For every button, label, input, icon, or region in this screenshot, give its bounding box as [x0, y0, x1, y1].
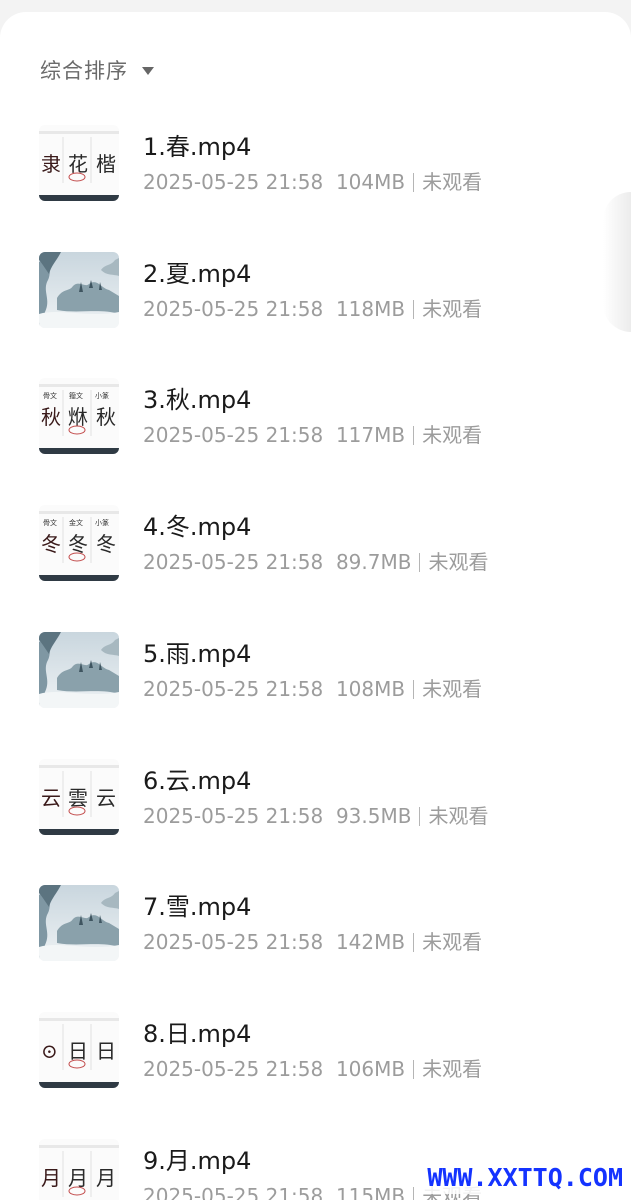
svg-text:楷: 楷 [96, 152, 116, 176]
svg-text:秋: 秋 [41, 405, 61, 429]
video-list-item[interactable]: 骨文 金文 小篆 冬 冬 冬 4.冬.mp4 2025-05-25 21:58 8… [0, 505, 631, 585]
video-size: 118MB [335, 297, 406, 321]
video-title: 3.秋.mp4 [143, 386, 252, 414]
calligraphy-thumbnail: 云 雲 云 [39, 759, 119, 835]
video-meta: 2025-05-25 21:58 89.7MB 未观看 [143, 546, 488, 575]
video-meta: 2025-05-25 21:58 104MB 未观看 [143, 166, 482, 195]
meta-divider [413, 300, 415, 319]
svg-text:冬: 冬 [96, 532, 116, 556]
landscape-thumbnail [39, 252, 119, 328]
video-meta: 2025-05-25 21:58 117MB 未观看 [143, 419, 482, 448]
video-title: 4.冬.mp4 [143, 513, 252, 541]
svg-text:小篆: 小篆 [95, 391, 109, 400]
video-title: 7.雪.mp4 [143, 893, 252, 921]
meta-divider [413, 1187, 415, 1200]
meta-divider [413, 1060, 415, 1079]
watch-status: 未观看 [428, 804, 489, 828]
calligraphy-thumbnail: 隶 花 楷 [39, 125, 119, 201]
svg-text:月: 月 [68, 1166, 88, 1190]
video-title: 5.雨.mp4 [143, 640, 252, 668]
video-date: 2025-05-25 21:58 [143, 1184, 324, 1200]
video-size: 142MB [335, 930, 406, 954]
svg-text:冬: 冬 [68, 532, 88, 556]
watch-status: 未观看 [422, 423, 483, 447]
video-size: 115MB [335, 1184, 406, 1200]
video-date: 2025-05-25 21:58 [143, 930, 324, 954]
video-date: 2025-05-25 21:58 [143, 804, 324, 828]
meta-divider [419, 553, 421, 572]
landscape-thumbnail [39, 632, 119, 708]
video-date: 2025-05-25 21:58 [143, 550, 324, 574]
svg-text:云: 云 [96, 786, 116, 810]
svg-text:秋: 秋 [96, 405, 116, 429]
svg-text:籀文: 籀文 [69, 391, 83, 400]
video-meta: 2025-05-25 21:58 118MB 未观看 [143, 293, 482, 322]
video-title: 8.日.mp4 [143, 1020, 252, 1048]
video-date: 2025-05-25 21:58 [143, 297, 324, 321]
video-title: 9.月.mp4 [143, 1147, 252, 1175]
video-title: 2.夏.mp4 [143, 260, 252, 288]
video-size: 89.7MB [335, 550, 412, 574]
video-list-item[interactable]: 骨文 籀文 小篆 秋 烌 秋 3.秋.mp4 2025-05-25 21:58 1… [0, 378, 631, 458]
svg-text:隶: 隶 [41, 152, 61, 176]
watch-status: 未观看 [422, 297, 483, 321]
meta-divider [413, 173, 415, 192]
file-list-panel: 综合排序 隶 花 楷 1.春.mp4 2025-05-25 21:58 104MB… [0, 12, 631, 1200]
video-size: 108MB [335, 677, 406, 701]
watch-status: 未观看 [422, 170, 483, 194]
video-date: 2025-05-25 21:58 [143, 677, 324, 701]
video-size: 93.5MB [335, 804, 412, 828]
video-size: 106MB [335, 1057, 406, 1081]
calligraphy-thumbnail: 骨文 金文 小篆 冬 冬 冬 [39, 505, 119, 581]
caret-down-icon [142, 67, 154, 75]
video-title: 6.云.mp4 [143, 767, 252, 795]
watch-status: 未观看 [428, 550, 489, 574]
sort-dropdown[interactable]: 综合排序 [40, 55, 154, 85]
meta-divider [413, 426, 415, 445]
video-meta: 2025-05-25 21:58 106MB 未观看 [143, 1053, 482, 1082]
svg-text:⊙: ⊙ [41, 1039, 58, 1063]
video-meta: 2025-05-25 21:58 108MB 未观看 [143, 673, 482, 702]
svg-text:月: 月 [96, 1166, 116, 1190]
svg-text:雲: 雲 [68, 786, 88, 810]
video-list-item[interactable]: 7.雪.mp4 2025-05-25 21:58 142MB 未观看 [0, 885, 631, 965]
svg-text:小篆: 小篆 [95, 518, 109, 527]
video-date: 2025-05-25 21:58 [143, 170, 324, 194]
watch-status: 未观看 [422, 1057, 483, 1081]
svg-text:日: 日 [68, 1039, 88, 1063]
svg-text:烌: 烌 [68, 405, 88, 429]
watch-status: 未观看 [422, 930, 483, 954]
video-list-item[interactable]: 2.夏.mp4 2025-05-25 21:58 118MB 未观看 [0, 252, 631, 332]
video-list-item[interactable]: 云 雲 云 6.云.mp4 2025-05-25 21:58 93.5MB 未观看 [0, 759, 631, 839]
video-meta: 2025-05-25 21:58 93.5MB 未观看 [143, 800, 488, 829]
video-title: 1.春.mp4 [143, 133, 252, 161]
sort-label: 综合排序 [40, 59, 128, 83]
svg-text:花: 花 [68, 152, 88, 176]
video-date: 2025-05-25 21:58 [143, 423, 324, 447]
svg-text:冬: 冬 [41, 532, 61, 556]
svg-text:云: 云 [41, 786, 61, 810]
landscape-thumbnail [39, 885, 119, 961]
meta-divider [413, 680, 415, 699]
watch-status: 未观看 [422, 677, 483, 701]
svg-text:日: 日 [96, 1039, 116, 1063]
video-list-item[interactable]: 5.雨.mp4 2025-05-25 21:58 108MB 未观看 [0, 632, 631, 712]
meta-divider [413, 933, 415, 952]
watermark: WWW.XXTTQ.COM [423, 1162, 627, 1194]
calligraphy-thumbnail: 骨文 籀文 小篆 秋 烌 秋 [39, 378, 119, 454]
video-date: 2025-05-25 21:58 [143, 1057, 324, 1081]
svg-text:骨文: 骨文 [43, 391, 57, 400]
video-list-item[interactable]: ⊙ 日 日 8.日.mp4 2025-05-25 21:58 106MB 未观看 [0, 1012, 631, 1092]
svg-text:骨文: 骨文 [43, 518, 57, 527]
calligraphy-thumbnail: ⊙ 日 日 [39, 1012, 119, 1088]
calligraphy-thumbnail: 月 月 月 [39, 1139, 119, 1200]
video-size: 117MB [335, 423, 406, 447]
video-list-item[interactable]: 隶 花 楷 1.春.mp4 2025-05-25 21:58 104MB 未观看 [0, 125, 631, 205]
video-meta: 2025-05-25 21:58 142MB 未观看 [143, 926, 482, 955]
svg-text:月: 月 [41, 1166, 61, 1190]
video-size: 104MB [335, 170, 406, 194]
svg-text:金文: 金文 [69, 518, 83, 527]
meta-divider [419, 807, 421, 826]
